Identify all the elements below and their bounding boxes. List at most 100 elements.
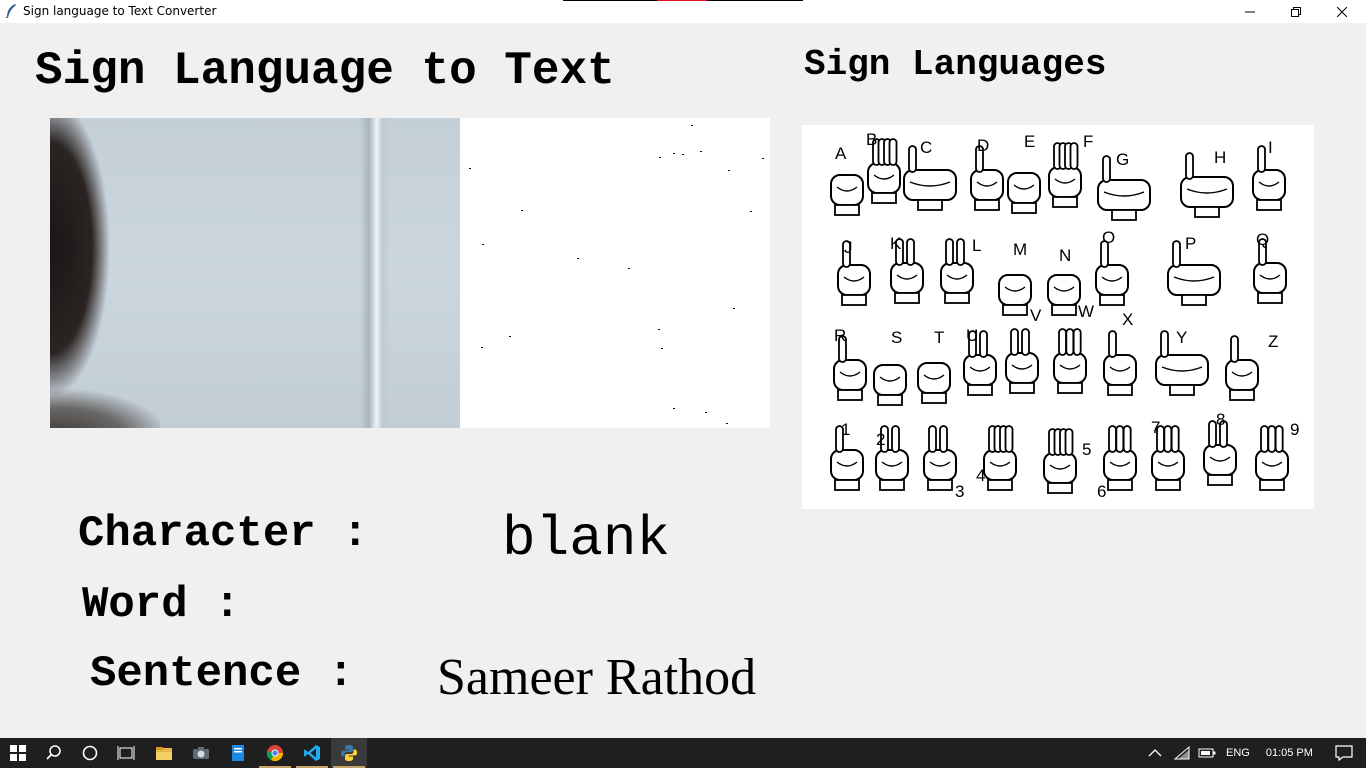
- chart-letter-label: M: [1013, 240, 1027, 259]
- chart-letter-label: F: [1083, 132, 1093, 151]
- noise-dot: [733, 308, 735, 309]
- noise-dot: [509, 336, 511, 337]
- title-bar: Sign language to Text Converter: [0, 0, 1366, 23]
- vscode-logo-icon: [304, 745, 320, 761]
- minimize-button[interactable]: [1227, 0, 1273, 23]
- chart-letter-label: O: [1102, 228, 1115, 247]
- network-icon[interactable]: [1174, 746, 1190, 760]
- sentence-value: Sameer Rathod: [437, 649, 757, 706]
- sentence-label: Sentence :: [90, 649, 355, 699]
- noise-dot: [691, 125, 693, 126]
- noise-dot: [726, 423, 728, 424]
- chart-letter-label: 3: [955, 482, 964, 501]
- clock[interactable]: 01:05 PM: [1266, 747, 1313, 759]
- hand-sign-sketch: [1103, 330, 1137, 396]
- chart-letter-label: H: [1214, 148, 1226, 167]
- hand-sign-sketch: [1255, 425, 1289, 491]
- minimize-icon: [1245, 11, 1255, 12]
- chrome-icon[interactable]: [257, 738, 293, 768]
- close-icon: [1337, 6, 1347, 17]
- search-icon[interactable]: [36, 738, 72, 768]
- noise-dot: [762, 158, 764, 159]
- chart-letter-label: I: [1268, 138, 1273, 157]
- noise-dot: [659, 157, 661, 158]
- system-tray: ENG 01:05 PM: [1148, 738, 1353, 768]
- sign-chart-image: AB C D E F G H I J K L M N O P Q R S T U V W X Y Z 1 2 34 5 6 7 8 9: [830, 130, 1299, 501]
- window-title: Sign language to Text Converter: [23, 4, 217, 18]
- cortana-icon[interactable]: [72, 738, 108, 768]
- python-icon[interactable]: [331, 738, 367, 768]
- notifications-icon[interactable]: [1335, 745, 1353, 761]
- main-heading: Sign Language to Text: [35, 45, 615, 97]
- hand-sign-sketch: [1005, 328, 1039, 394]
- hand-sign-sketch: [940, 238, 974, 304]
- hand-sign-sketch: [837, 240, 871, 306]
- chart-letter-label: C: [920, 138, 932, 157]
- wall-edge: [360, 118, 390, 428]
- chart-letter-label: G: [1116, 150, 1129, 169]
- hand-sign-sketch: [1095, 240, 1129, 306]
- chart-letter-label: B: [866, 130, 877, 149]
- chart-letter-label: N: [1059, 246, 1071, 265]
- character-label: Character :: [78, 509, 369, 559]
- chart-letter-label: 6: [1097, 482, 1106, 501]
- windows-logo-icon: [10, 745, 26, 761]
- chart-letter-label: U: [966, 326, 978, 345]
- notes-app-icon[interactable]: [220, 738, 256, 768]
- folder-icon: [156, 747, 172, 760]
- hand-sign-sketch: [1203, 420, 1237, 486]
- magnifier-icon: [46, 745, 61, 760]
- chart-letter-label: A: [835, 144, 847, 163]
- chart-letter-label: R: [834, 326, 846, 345]
- chart-letter-label: Z: [1268, 332, 1278, 351]
- chart-letter-label: 7: [1151, 418, 1160, 437]
- processed-mask-view: [460, 118, 770, 428]
- chart-letter-label: 2: [876, 430, 885, 449]
- chart-letter-label: 1: [841, 420, 850, 439]
- language-indicator[interactable]: ENG: [1226, 747, 1250, 759]
- chart-letter-label: S: [891, 328, 902, 347]
- noise-dot: [673, 153, 675, 154]
- noise-dot: [700, 151, 702, 152]
- hand-sign-sketch: [1225, 335, 1259, 401]
- chart-letter-label: V: [1030, 306, 1042, 325]
- hand-sign-sketch: [1007, 172, 1041, 214]
- file-explorer-icon[interactable]: [146, 738, 182, 768]
- close-button[interactable]: [1319, 0, 1365, 23]
- windows-start-icon[interactable]: [0, 738, 36, 768]
- taskbar: ENG 01:05 PM: [0, 738, 1366, 768]
- chevron-up-icon[interactable]: [1148, 748, 1162, 758]
- hand-sign-sketch: [970, 145, 1004, 211]
- chart-letter-label: T: [934, 328, 944, 347]
- chart-letter-label: 4: [976, 466, 985, 485]
- python-logo-icon: [341, 745, 357, 761]
- chart-letter-label: W: [1078, 302, 1094, 321]
- noise-dot: [673, 408, 675, 409]
- hand-sign-sketch: [830, 174, 864, 216]
- vscode-icon[interactable]: [294, 738, 330, 768]
- restore-button[interactable]: [1273, 0, 1319, 23]
- camera-app-icon[interactable]: [183, 738, 219, 768]
- chart-letter-label: 8: [1216, 410, 1225, 429]
- hand-sign-sketch: [998, 274, 1032, 316]
- circle-icon: [82, 745, 98, 761]
- noise-dot: [628, 268, 630, 269]
- hand-sign-sketch: [873, 364, 907, 406]
- noise-dot: [750, 211, 752, 212]
- chart-letter-label: Q: [1256, 230, 1269, 249]
- character-value: blank: [502, 507, 671, 571]
- chart-letter-label: Y: [1176, 328, 1187, 347]
- noise-dot: [469, 168, 471, 169]
- noise-dot: [682, 154, 684, 155]
- noise-dot: [705, 412, 707, 413]
- hand-sign-sketch: [833, 335, 867, 401]
- noise-dot: [658, 329, 660, 330]
- chart-letter-label: X: [1122, 310, 1133, 329]
- hand-sign-sketch: [1047, 274, 1081, 316]
- title-accent-red: [657, 0, 707, 1]
- battery-icon[interactable]: [1198, 747, 1216, 759]
- task-view-icon[interactable]: [108, 738, 144, 768]
- task-view-glyph-icon: [117, 746, 135, 760]
- notes-icon: [232, 745, 244, 761]
- chart-letter-label: P: [1185, 234, 1196, 253]
